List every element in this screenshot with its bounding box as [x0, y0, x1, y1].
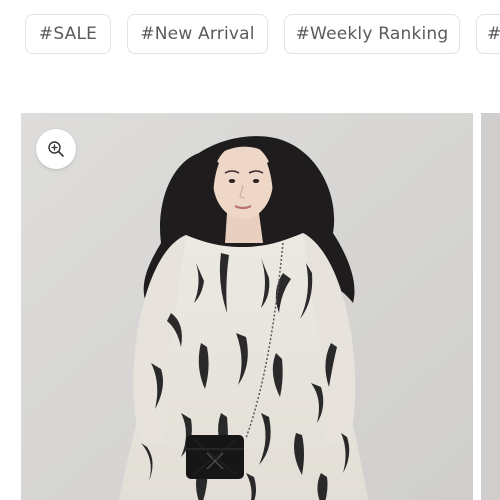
next-product-card[interactable] [481, 113, 500, 500]
tag-sale[interactable]: #SALE [25, 14, 111, 54]
tag-new-arrival[interactable]: #New Arrival [127, 14, 268, 54]
product-card[interactable] [21, 113, 473, 500]
zoom-button[interactable] [36, 129, 76, 169]
product-image[interactable] [21, 113, 473, 500]
hashtag-filter-row: #SALE #New Arrival #Weekly Ranking # [0, 0, 500, 70]
tag-weekly-ranking[interactable]: #Weekly Ranking [284, 14, 460, 54]
page: #SALE #New Arrival #Weekly Ranking # [0, 0, 500, 500]
tag-partial[interactable]: # [476, 14, 500, 54]
zoom-in-icon [48, 141, 64, 157]
